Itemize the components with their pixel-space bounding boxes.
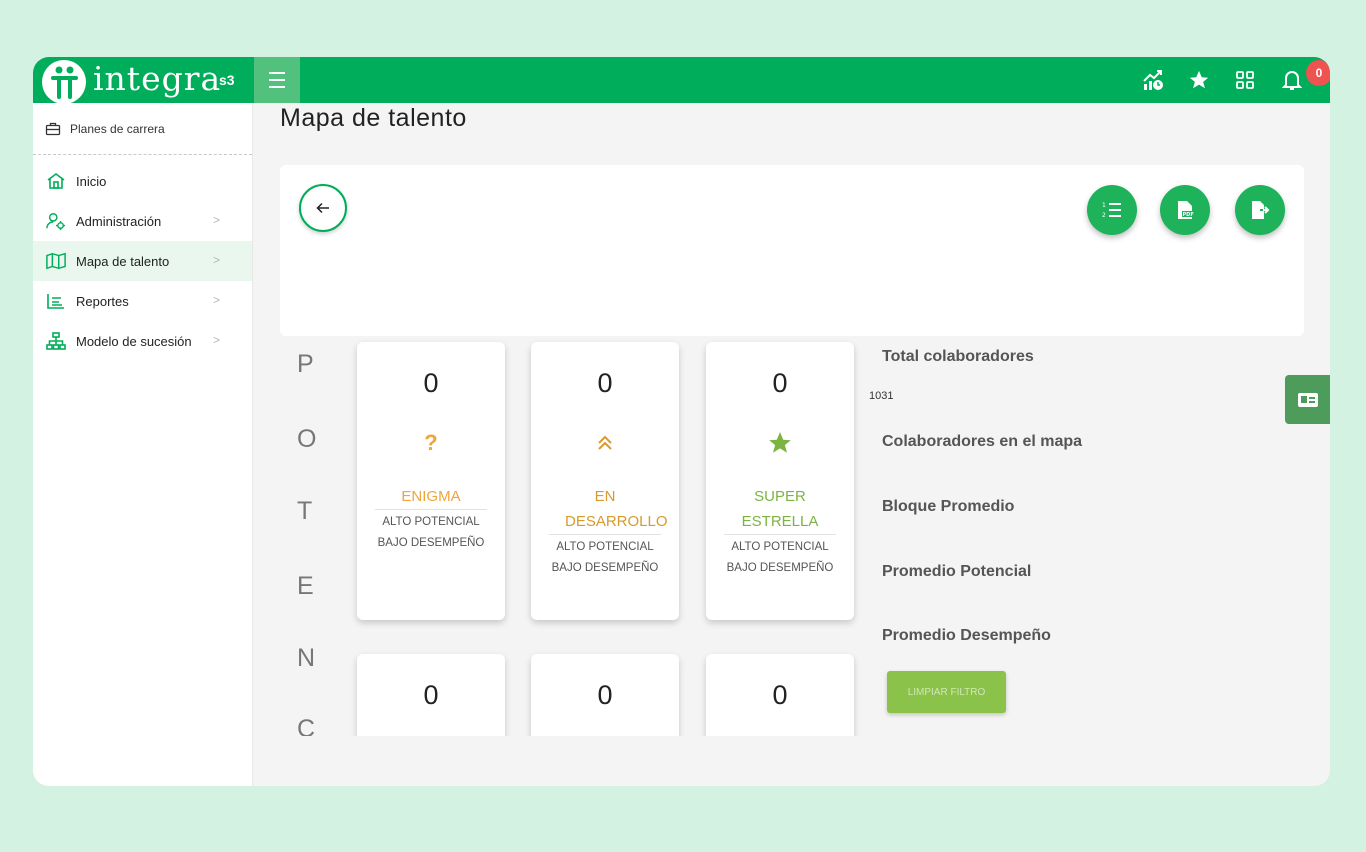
back-button[interactable] <box>299 184 347 232</box>
briefcase-icon <box>45 122 61 135</box>
card-count: 0 <box>772 680 788 710</box>
sidebar-item-label: Reportes <box>76 293 129 309</box>
card-description: ALTO POTENCIAL BAJO DESEMPEÑO <box>377 516 485 549</box>
svg-text:2: 2 <box>1102 212 1106 219</box>
sidebar-item-mapa-de-talento[interactable]: Mapa de talento > <box>33 241 252 281</box>
notifications-button[interactable]: 0 <box>1268 57 1330 103</box>
svg-text:PDF: PDF <box>1183 212 1194 218</box>
star-icon[interactable] <box>1176 57 1222 103</box>
notification-badge: 0 <box>1306 60 1330 86</box>
promedio-desempeno-label: Promedio Desempeño <box>882 627 1051 644</box>
growth-chart-icon[interactable] <box>1130 57 1176 103</box>
card-name: EN DESARROLLO <box>565 488 668 530</box>
clear-filter-button[interactable]: LIMPIAR FILTRO <box>887 671 1006 713</box>
contact-card-button[interactable] <box>1285 375 1330 424</box>
report-icon <box>46 291 66 311</box>
card-name: ENIGMA <box>401 488 461 505</box>
talent-card-enigma[interactable]: 0 ? ENIGMA ALTO POTENCIAL BAJO DESEMPEÑO <box>357 342 505 620</box>
card-count: 0 <box>423 680 439 710</box>
toolbar-card: 1 2 PDF <box>280 165 1304 336</box>
star-icon <box>706 430 854 456</box>
ordered-list-button[interactable]: 1 2 <box>1087 185 1137 235</box>
file-export-icon <box>1252 201 1270 219</box>
export-pdf-button[interactable]: PDF <box>1160 185 1210 235</box>
axis-letter: T <box>297 497 313 525</box>
promedio-potencial-label: Promedio Potencial <box>882 563 1032 580</box>
sidebar: Planes de carrera Inicio Administración … <box>33 103 253 786</box>
talent-card-en-desarrollo[interactable]: 0 EN DESARROLLO ALTO POTENCIAL BAJO DESE… <box>531 342 679 620</box>
page-title: Mapa de talento <box>280 104 467 132</box>
sidebar-item-administracion[interactable]: Administración > <box>33 201 252 241</box>
sidebar-item-label: Mapa de talento <box>76 253 170 269</box>
talent-card-super-estrella[interactable]: 0 SUPER ESTRELLA ALTO POTENCIAL BAJO DES… <box>706 342 854 620</box>
logo-icon <box>42 60 86 104</box>
app-window: integra s3 0 Planes de carrera Inicio Ad… <box>33 57 1330 786</box>
bloque-promedio-label: Bloque Promedio <box>882 498 1015 515</box>
sidebar-item-modelo-de-sucesion[interactable]: Modelo de sucesión > <box>33 321 252 361</box>
card-name: SUPER ESTRELLA <box>741 488 819 530</box>
chevron-right-icon: > <box>213 213 221 227</box>
card-count: 0 <box>423 368 439 398</box>
card-description: ALTO POTENCIAL BAJO DESEMPEÑO <box>551 541 659 574</box>
user-gear-icon <box>46 211 66 231</box>
chevron-right-icon: > <box>213 293 221 307</box>
topbar-actions: 0 <box>1130 57 1330 103</box>
axis-letter: P <box>297 350 314 378</box>
numbered-list-icon: 1 2 <box>1102 202 1121 219</box>
id-card-icon <box>1297 392 1318 407</box>
colaboradores-mapa-label: Colaboradores en el mapa <box>882 433 1083 450</box>
chevron-right-icon: > <box>213 253 221 267</box>
sidebar-item-inicio[interactable]: Inicio <box>33 161 252 201</box>
export-file-button[interactable] <box>1235 185 1285 235</box>
sidebar-item-label: Administración <box>76 213 162 229</box>
total-colaboradores-value: 1031 <box>869 390 894 402</box>
card-count: 0 <box>597 680 613 710</box>
axis-letter: E <box>297 572 314 600</box>
pdf-file-icon: PDF <box>1178 201 1194 219</box>
sidebar-item-label: Inicio <box>76 173 107 189</box>
top-bar: integra s3 0 <box>33 57 1330 104</box>
card-count: 0 <box>772 368 788 398</box>
total-colaboradores-label: Total colaboradores <box>882 348 1034 365</box>
double-chevron-up-icon <box>531 430 679 456</box>
svg-text:1: 1 <box>1102 202 1106 209</box>
question-icon: ? <box>424 430 438 455</box>
logo-text: integra <box>93 59 222 98</box>
content-footer-area <box>253 736 1330 786</box>
logo-suffix: s3 <box>219 72 235 88</box>
apps-grid-icon[interactable] <box>1222 57 1268 103</box>
bell-icon <box>1282 71 1302 90</box>
card-count: 0 <box>597 368 613 398</box>
axis-letter: N <box>297 644 316 672</box>
chevron-right-icon: > <box>213 333 221 347</box>
sidebar-header-label: Planes de carrera <box>70 121 165 136</box>
home-icon <box>46 171 66 191</box>
org-chart-icon <box>46 331 66 351</box>
hamburger-menu-button[interactable] <box>254 57 300 103</box>
arrow-left-icon <box>316 202 329 214</box>
card-description: ALTO POTENCIAL BAJO DESEMPEÑO <box>726 541 834 574</box>
sidebar-item-reportes[interactable]: Reportes > <box>33 281 252 321</box>
sidebar-header[interactable]: Planes de carrera <box>33 103 252 155</box>
map-icon <box>46 251 66 271</box>
axis-letter: O <box>297 425 317 453</box>
sidebar-item-label: Modelo de sucesión <box>76 333 192 349</box>
